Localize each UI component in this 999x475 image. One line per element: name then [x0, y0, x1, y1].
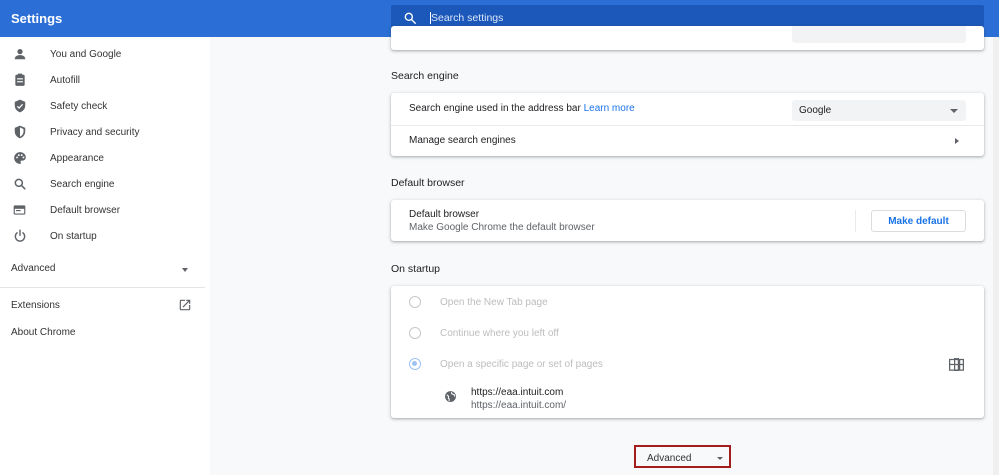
person-icon	[12, 47, 27, 62]
search-engine-row: Search engine used in the address bar Le…	[409, 103, 635, 114]
chevron-down-icon	[717, 457, 723, 460]
search-engine-card: Search engine used in the address bar Le…	[391, 93, 984, 156]
radio-button[interactable]	[409, 327, 421, 339]
search-engine-select-value: Google	[799, 105, 832, 116]
shield-check-icon	[12, 99, 27, 114]
startup-page-title: https://eaa.intuit.com	[471, 387, 564, 398]
sidebar-item-label: On startup	[50, 230, 97, 242]
open-in-new-icon	[179, 299, 191, 311]
palette-icon	[12, 151, 27, 166]
advanced-button[interactable]: Advanced	[634, 445, 731, 468]
chevron-right-icon	[955, 138, 959, 144]
default-browser-section-title: Default browser	[391, 177, 465, 189]
scrollbar-track[interactable]	[993, 37, 999, 475]
sidebar-item-default-browser[interactable]: Default browser	[0, 197, 200, 223]
sidebar-item-autofill[interactable]: Autofill	[0, 67, 200, 93]
sidebar-item-appearance[interactable]: Appearance	[0, 145, 200, 171]
search-engine-select[interactable]: Google	[792, 100, 966, 121]
radio-button[interactable]	[409, 358, 421, 370]
sidebar-item-label: Privacy and security	[50, 126, 140, 138]
chevron-down-icon	[950, 109, 958, 113]
advanced-button-label: Advanced	[647, 453, 692, 464]
clipboard-icon	[12, 73, 27, 88]
default-browser-heading: Default browser	[409, 209, 480, 220]
sidebar: You and Google Autofill Safety check Pri…	[0, 37, 210, 475]
search-icon	[404, 12, 416, 24]
startup-option-new-tab[interactable]: Open the New Tab page	[391, 292, 984, 314]
startup-option-label: Continue where you left off	[440, 328, 559, 339]
browser-icon	[12, 203, 27, 218]
power-icon	[12, 229, 27, 244]
manage-search-engines-row[interactable]: Manage search engines	[391, 126, 984, 156]
sidebar-item-on-startup[interactable]: On startup	[0, 223, 200, 249]
sidebar-item-extensions[interactable]: Extensions	[0, 297, 200, 313]
scrolled-card	[391, 26, 984, 50]
sidebar-item-label: Search engine	[50, 178, 115, 190]
scrolled-select	[792, 26, 966, 43]
page-title: Settings	[11, 11, 63, 26]
sidebar-item-search-engine[interactable]: Search engine	[0, 171, 200, 197]
shield-icon	[12, 125, 27, 140]
globe-icon	[445, 391, 456, 402]
search-engine-section-title: Search engine	[391, 70, 459, 82]
grid-icon[interactable]	[949, 358, 964, 371]
sidebar-advanced-label: Advanced	[11, 263, 56, 274]
sidebar-divider	[0, 287, 205, 288]
search-engine-label: Search engine used in the address bar	[409, 103, 581, 114]
startup-option-label: Open the New Tab page	[440, 297, 548, 308]
default-browser-description: Make Google Chrome the default browser	[409, 222, 595, 233]
radio-button[interactable]	[409, 296, 421, 308]
sidebar-about-label: About Chrome	[11, 327, 76, 338]
learn-more-link[interactable]: Learn more	[584, 103, 635, 114]
sidebar-item-you-and-google[interactable]: You and Google	[0, 41, 200, 67]
sidebar-item-label: Default browser	[50, 204, 121, 216]
sidebar-item-privacy-and-security[interactable]: Privacy and security	[0, 119, 200, 145]
sidebar-item-label: Autofill	[50, 74, 81, 86]
startup-page-entry: https://eaa.intuit.com https://eaa.intui…	[391, 382, 984, 412]
sidebar-item-label: You and Google	[50, 48, 122, 60]
sidebar-item-label: Safety check	[50, 100, 108, 112]
sidebar-extensions-label: Extensions	[11, 300, 60, 311]
on-startup-card: Open the New Tab page Continue where you…	[391, 286, 984, 418]
search-icon	[12, 177, 27, 192]
sidebar-item-safety-check[interactable]: Safety check	[0, 93, 200, 119]
default-browser-card: Default browser Make Google Chrome the d…	[391, 200, 984, 241]
make-default-button[interactable]: Make default	[871, 210, 966, 232]
sidebar-item-about-chrome[interactable]: About Chrome	[0, 324, 200, 340]
startup-option-specific-pages[interactable]: Open a specific page or set of pages	[391, 354, 984, 376]
sidebar-item-label: Appearance	[50, 152, 104, 164]
startup-option-continue[interactable]: Continue where you left off	[391, 323, 984, 345]
startup-option-label: Open a specific page or set of pages	[440, 359, 603, 370]
on-startup-section-title: On startup	[391, 263, 441, 275]
chevron-down-icon	[182, 268, 188, 272]
vertical-separator	[855, 210, 856, 232]
manage-search-engines-label: Manage search engines	[409, 135, 516, 146]
sidebar-advanced-toggle[interactable]: Advanced	[0, 259, 200, 277]
startup-page-url: https://eaa.intuit.com/	[471, 400, 567, 411]
